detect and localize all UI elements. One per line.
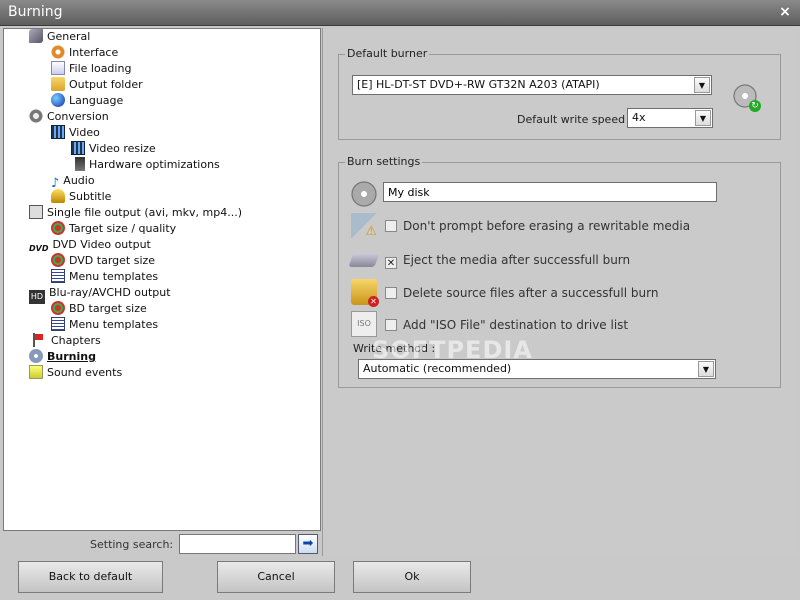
document-icon <box>51 61 65 75</box>
tree-item-bluray-output[interactable]: HD Blu-ray/AVCHD output <box>29 285 171 304</box>
film-icon <box>51 125 65 139</box>
hd-icon: HD <box>29 290 45 304</box>
chevron-down-icon: ▼ <box>698 361 714 377</box>
search-input[interactable] <box>179 534 296 554</box>
write-speed-select[interactable]: 4x ▼ <box>627 108 713 128</box>
menu-template-icon <box>51 269 65 283</box>
ok-button[interactable]: Ok <box>353 561 471 593</box>
tree-item-general[interactable]: General <box>29 29 90 45</box>
chevron-down-icon: ▼ <box>694 77 710 93</box>
checkbox[interactable]: ✕ <box>385 257 397 269</box>
tree-item-burning[interactable]: Burning <box>29 349 96 365</box>
write-speed-label: Default write speed : <box>517 113 633 126</box>
option-eject-after-burn[interactable]: ✕ Eject the media after successfull burn <box>385 251 630 271</box>
gear-icon <box>29 109 43 123</box>
burn-icon <box>29 349 43 363</box>
dvd-icon: DVD <box>29 244 49 253</box>
eject-icon <box>348 253 380 267</box>
tree-item-file-loading[interactable]: File loading <box>51 61 131 77</box>
tree-item-subtitle[interactable]: Subtitle <box>51 189 111 205</box>
title-bar: Burning × <box>0 0 800 26</box>
settings-panel: Default burner [E] HL-DT-ST DVD+-RW GT32… <box>322 28 798 556</box>
chip-icon <box>75 157 85 171</box>
globe-icon <box>51 93 65 107</box>
option-add-iso-destination[interactable]: Add "ISO File" destination to drive list <box>385 316 628 336</box>
camera-icon <box>29 205 43 219</box>
tree-item-dvd-menu-templates[interactable]: Menu templates <box>51 269 158 285</box>
write-method-select[interactable]: Automatic (recommended) ▼ <box>358 359 716 379</box>
cancel-button[interactable]: Cancel <box>217 561 335 593</box>
tree-item-dvd-video-output[interactable]: DVD DVD Video output <box>29 237 151 253</box>
disk-label-input[interactable] <box>383 182 717 202</box>
search-go-button[interactable]: ➡ <box>298 534 318 554</box>
wrench-icon <box>29 29 43 43</box>
window-title: Burning <box>8 4 63 20</box>
flag-icon <box>33 333 47 347</box>
gear-icon <box>51 45 65 59</box>
film-icon <box>71 141 85 155</box>
sound-icon <box>29 365 43 379</box>
back-to-default-button[interactable]: Back to default <box>18 561 163 593</box>
target-icon <box>51 253 65 267</box>
burner-drive-select[interactable]: [E] HL-DT-ST DVD+-RW GT32N A203 (ATAPI) … <box>352 75 712 95</box>
tree-item-audio[interactable]: ♪ Audio <box>51 173 95 191</box>
option-delete-source[interactable]: Delete source files after a successfull … <box>385 284 658 304</box>
write-method-label: Write method : <box>353 342 436 355</box>
tree-item-output-folder[interactable]: Output folder <box>51 77 143 93</box>
tree-item-bd-target-size[interactable]: BD target size <box>51 301 147 317</box>
menu-template-icon <box>51 317 65 331</box>
target-icon <box>51 301 65 315</box>
close-button[interactable]: × <box>776 3 794 21</box>
tree-item-chapters[interactable]: Chapters <box>33 333 101 349</box>
default-burner-legend: Default burner <box>345 47 430 60</box>
burn-settings-group: Burn settings Don't prompt before erasin… <box>338 155 781 388</box>
checkbox[interactable] <box>385 220 397 232</box>
chevron-down-icon: ▼ <box>695 110 711 126</box>
music-note-icon: ♪ <box>51 176 60 191</box>
search-label: Setting search: <box>90 538 174 551</box>
target-icon <box>51 221 65 235</box>
default-burner-group: Default burner [E] HL-DT-ST DVD+-RW GT32… <box>338 47 781 140</box>
tree-item-dvd-target-size[interactable]: DVD target size <box>51 253 155 269</box>
disk-label-icon <box>351 181 377 207</box>
folder-icon <box>51 77 65 91</box>
delete-folder-icon <box>351 279 379 307</box>
option-no-erase-prompt[interactable]: Don't prompt before erasing a rewritable… <box>385 217 690 237</box>
tree-item-video[interactable]: Video <box>51 125 100 141</box>
tree-item-interface[interactable]: Interface <box>51 45 118 61</box>
tree-item-language[interactable]: Language <box>51 93 123 109</box>
subtitle-icon <box>51 189 65 203</box>
checkbox[interactable] <box>385 319 397 331</box>
refresh-drives-icon[interactable] <box>732 83 761 112</box>
burn-settings-legend: Burn settings <box>345 155 423 168</box>
settings-tree[interactable]: General Interface File loading Output fo… <box>3 28 321 531</box>
tree-item-video-resize[interactable]: Video resize <box>71 141 156 157</box>
tree-item-single-file-output[interactable]: Single file output (avi, mkv, mp4...) <box>29 205 242 221</box>
checkbox[interactable] <box>385 287 397 299</box>
tree-item-hardware-optimizations[interactable]: Hardware optimizations <box>75 157 220 173</box>
arrow-right-icon: ➡ <box>302 536 314 551</box>
tree-item-bd-menu-templates[interactable]: Menu templates <box>51 317 158 333</box>
erase-warning-icon <box>351 213 377 239</box>
iso-file-icon: ISO <box>351 311 377 337</box>
tree-item-target-size-quality[interactable]: Target size / quality <box>51 221 176 237</box>
tree-item-sound-events[interactable]: Sound events <box>29 365 122 381</box>
tree-item-conversion[interactable]: Conversion <box>29 109 109 125</box>
